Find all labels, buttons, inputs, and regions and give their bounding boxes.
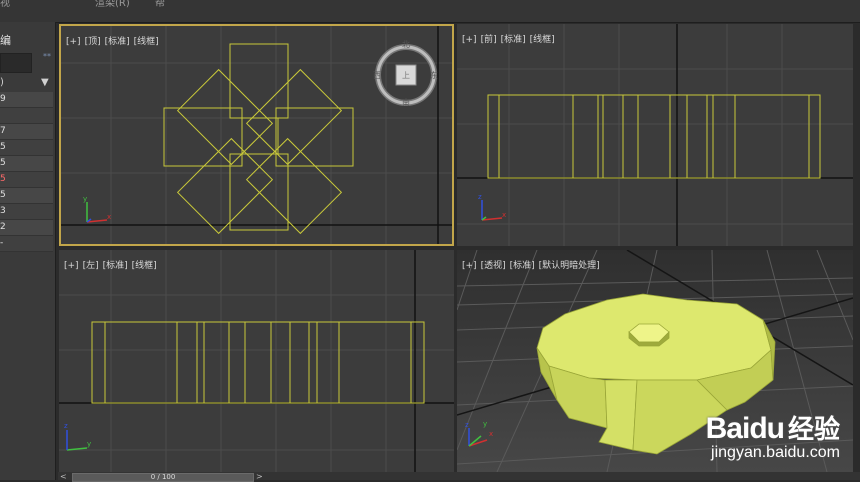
dropdown-arrow-icon[interactable]: ▼: [41, 77, 49, 88]
axis-z-label: z: [478, 193, 482, 201]
name-field[interactable]: [0, 53, 32, 73]
list-item[interactable]: [0, 108, 53, 124]
watermark-url: jingyan.baidu.com: [711, 444, 840, 461]
list-item[interactable]: 5: [0, 140, 53, 156]
panel-title: 编: [0, 34, 11, 47]
viewcube-face[interactable]: 上: [402, 70, 410, 81]
viewport-label[interactable]: [+] [左] [标准] [线框]: [64, 258, 161, 271]
viewport-left-canvas: [59, 250, 454, 472]
command-panel: 编 ** ) ▼ 9 7 5 5 5 5 3 2 -: [0, 22, 56, 480]
axis-gizmo: [481, 200, 503, 221]
viewcube-north: 北: [402, 40, 410, 49]
viewport-top[interactable]: [+] [顶] [标准] [线框] 北 南 西 东 上 x y: [59, 24, 454, 246]
menubar: 视 渲染(R) 帮: [0, 0, 860, 23]
viewcube-west: 西: [373, 71, 381, 80]
axis-x-label: x: [107, 213, 112, 221]
viewcube-east: 东: [430, 71, 438, 80]
list-item[interactable]: 9: [0, 92, 53, 108]
baidu-watermark: Baidu 经验 jingyan.baidu.com: [706, 409, 840, 462]
axis-x-label: x: [502, 211, 507, 219]
menu-item[interactable]: 帮: [155, 0, 165, 9]
modifier-list: 9 7 5 5 5 5 3 2 -: [0, 92, 53, 252]
viewport-left[interactable]: [+] [左] [标准] [线框] y z: [59, 250, 454, 472]
list-item[interactable]: 5: [0, 172, 53, 188]
list-item[interactable]: 5: [0, 156, 53, 172]
gear-wireframe-front: [487, 94, 821, 179]
viewport-label[interactable]: [+] [前] [标准] [线框]: [462, 32, 559, 45]
time-slider: < 0 / 100 >: [58, 472, 860, 482]
axis-y-label: y: [483, 420, 488, 428]
viewcube-south: 南: [402, 98, 410, 107]
axis-z-label: z: [64, 422, 68, 430]
panel-small-text: **: [43, 52, 51, 61]
axis-gizmo: [86, 202, 108, 223]
viewport-label[interactable]: [+] [顶] [标准] [线框]: [66, 34, 163, 47]
axis-z-label: z: [465, 421, 469, 429]
list-item[interactable]: 3: [0, 204, 53, 220]
viewport-top-canvas: [61, 26, 452, 244]
menu-item[interactable]: 视: [0, 0, 10, 9]
viewport-label[interactable]: [+] [透视] [标准] [默认明暗处理]: [462, 258, 604, 271]
axis-x-label: x: [489, 430, 494, 438]
axis-y-label: y: [83, 195, 88, 203]
viewport-front[interactable]: [+] [前] [标准] [线框] x z: [457, 24, 853, 246]
modifier-dropdown[interactable]: ): [0, 77, 4, 88]
list-item[interactable]: 7: [0, 124, 53, 140]
list-item[interactable]: -: [0, 236, 53, 252]
gear-wireframe-top: [163, 43, 354, 235]
list-item[interactable]: 2: [0, 220, 53, 236]
menu-item[interactable]: 渲染(R): [95, 0, 130, 9]
time-slider-thumb[interactable]: 0 / 100: [72, 473, 254, 482]
watermark-cn: 经验: [787, 414, 840, 444]
gear-wireframe-left: [91, 321, 425, 404]
viewport-front-canvas: [457, 24, 853, 246]
list-item[interactable]: 5: [0, 188, 53, 204]
watermark-logo: Baidu: [705, 412, 785, 445]
axis-gizmo: [66, 430, 88, 451]
axis-y-label: y: [87, 440, 92, 448]
